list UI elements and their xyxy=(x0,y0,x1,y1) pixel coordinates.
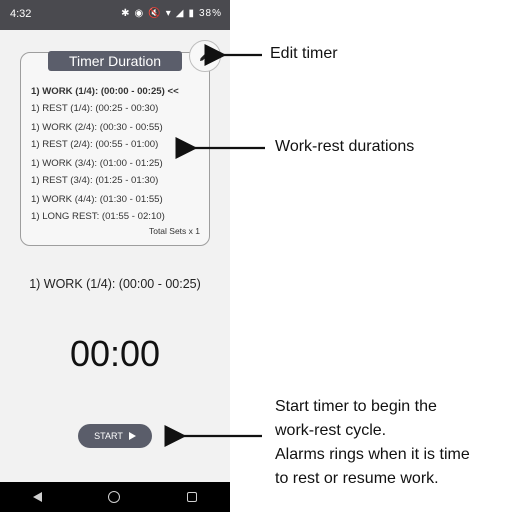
start-annotation: Start timer to begin the work-rest cycle… xyxy=(275,395,512,491)
start-annotation-line: work-rest cycle. xyxy=(275,422,387,439)
work-rest-annotation: Work-rest durations xyxy=(275,138,415,155)
start-annotation-line: to rest or resume work. xyxy=(275,470,439,487)
start-annotation-line: Start timer to begin the xyxy=(275,398,437,415)
start-annotation-line: Alarms rings when it is time xyxy=(275,446,470,463)
edit-timer-annotation: Edit timer xyxy=(270,45,338,62)
